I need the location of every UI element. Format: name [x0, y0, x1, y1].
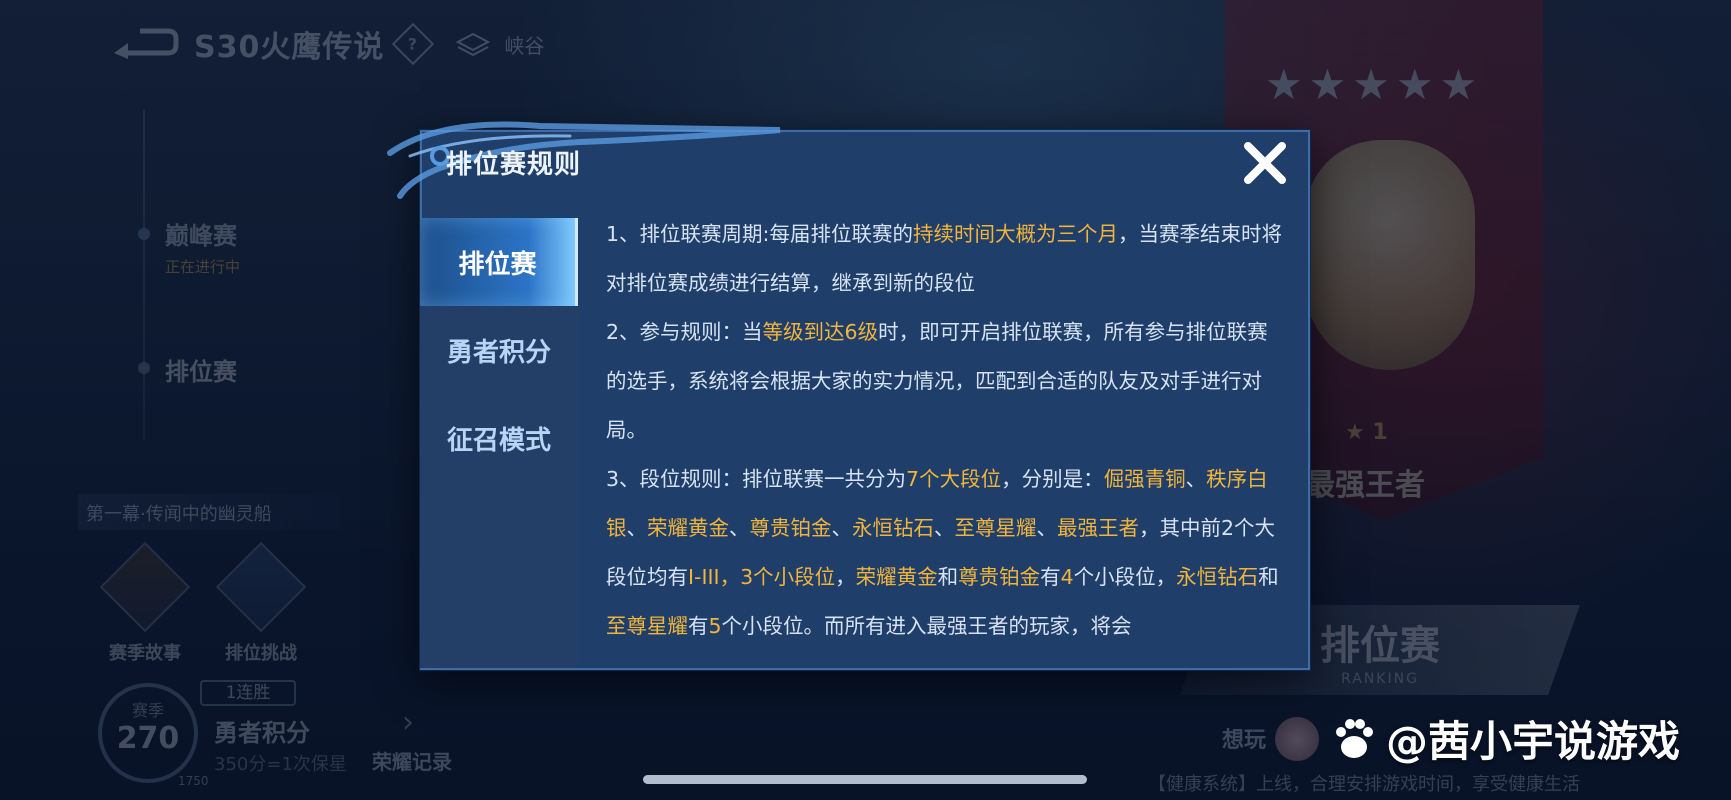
rule-text: ，分别是： [1001, 467, 1104, 491]
rule-highlight: 尊贵铂金 [749, 516, 832, 540]
rule-highlight: 倔强青铜 [1103, 467, 1186, 491]
rule-highlight: I-III，3个小段位 [688, 565, 836, 589]
rule-paragraph: 3、段位规则：排位联赛一共分为7个大段位，分别是：倔强青铜、秩序白银、荣耀黄金、… [606, 455, 1286, 650]
rule-text: 有 [1040, 565, 1061, 589]
watermark: @茜小宇说游戏 [1330, 708, 1680, 769]
rule-text: 、 [1036, 516, 1058, 540]
rules-content[interactable]: 1、排位联赛周期:每届排位联赛的持续时间大概为三个月，当赛季结束时将对排位赛成绩… [606, 210, 1286, 650]
rule-text: 和 [1258, 565, 1279, 589]
paw-logo-icon [1336, 718, 1373, 758]
rule-text: 、 [626, 516, 648, 540]
rules-tabs: 排位赛 勇者积分 征召模式 [420, 218, 580, 668]
rule-text: 、 [934, 516, 955, 540]
rule-paragraph: 2、参与规则：当等级到达6级时，即可开启排位联赛，所有参与排位联赛的选手，系统将… [606, 308, 1286, 455]
close-button[interactable] [1238, 136, 1292, 190]
rule-highlight: 7个大段位 [906, 467, 1002, 491]
cloud-swirl-icon [387, 121, 781, 199]
dialog-title: 排位赛规则 [446, 150, 582, 180]
tab-ranked[interactable]: 排位赛 [420, 218, 578, 306]
rule-highlight: 至尊星耀 [606, 614, 688, 638]
rule-text: 、 [831, 516, 853, 540]
rule-text: 个小段位。而所有进入最强王者的玩家，将会 [721, 614, 1132, 638]
rule-text: 、 [729, 516, 750, 540]
rule-highlight: 永恒钻石 [852, 516, 934, 540]
rule-highlight: 荣耀黄金 [855, 565, 938, 589]
rule-text: 1、排位联赛周期:每届排位联赛的 [606, 222, 913, 246]
rule-highlight: 4 [1060, 565, 1074, 589]
rule-highlight: 荣耀黄金 [647, 516, 729, 540]
rule-text: 2、参与规则：当 [606, 320, 763, 344]
rule-highlight: 尊贵铂金 [958, 565, 1041, 589]
rule-highlight: 5 [708, 614, 722, 638]
rule-highlight: 至尊星耀 [954, 516, 1037, 540]
rule-text: 有 [688, 614, 709, 638]
tab-draft-mode[interactable]: 征召模式 [420, 394, 578, 482]
home-indicator[interactable] [643, 775, 1087, 784]
watermark-text: @茜小宇说游戏 [1386, 717, 1681, 766]
rule-text: 、 [1185, 467, 1207, 491]
rule-text: 3、段位规则：排位联赛一共分为 [606, 467, 907, 491]
rule-highlight: 最强王者 [1057, 516, 1139, 540]
rule-highlight: 持续时间大概为三个月 [912, 222, 1118, 246]
rule-paragraph: 1、排位联赛周期:每届排位联赛的持续时间大概为三个月，当赛季结束时将对排位赛成绩… [606, 210, 1286, 308]
rule-text: ， [835, 565, 856, 589]
tab-brave-points[interactable]: 勇者积分 [420, 306, 578, 394]
rule-highlight: 等级到达6级 [762, 320, 879, 344]
close-icon [1244, 142, 1286, 184]
rule-highlight: 永恒钻石 [1176, 565, 1259, 589]
rule-text: 和 [937, 565, 959, 589]
rule-text: 个小段位， [1073, 565, 1177, 589]
